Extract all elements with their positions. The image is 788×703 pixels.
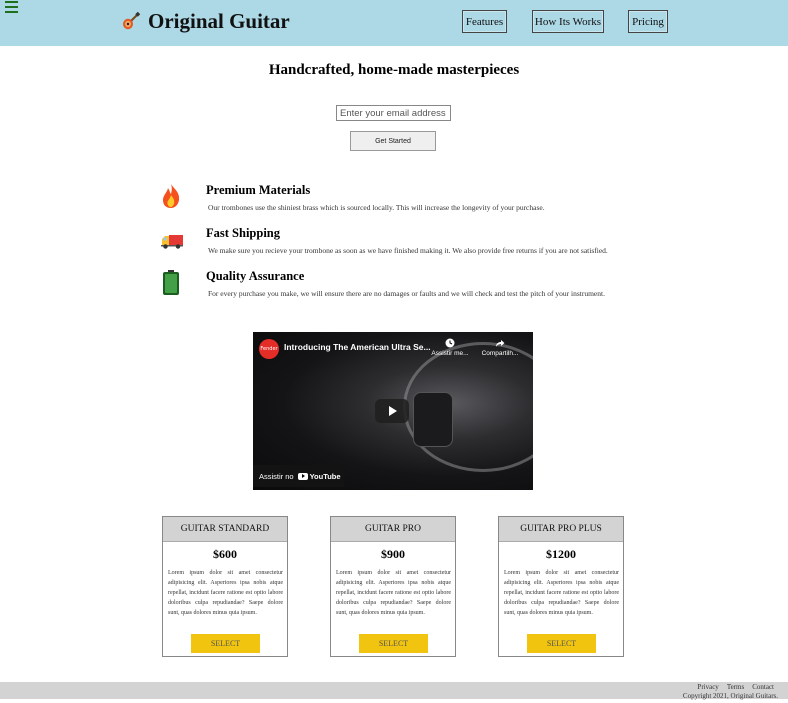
pricing-card-pro-plus: GUITAR PRO PLUS $1200 Lorem ipsum dolor … (498, 516, 624, 657)
feature-title: Premium Materials (206, 183, 311, 197)
pricing-card-description: Lorem ipsum dolor sit amet consectetur a… (504, 570, 619, 616)
fire-icon (163, 184, 180, 208)
footer-links: Privacy Terms Contact (697, 683, 774, 691)
pricing-card-standard: GUITAR STANDARD $600 Lorem ipsum dolor s… (162, 516, 288, 657)
select-pro-plus-button[interactable]: SELECT (527, 634, 596, 653)
pricing-card-title: GUITAR STANDARD (163, 517, 287, 542)
nav-features-button[interactable]: Features (462, 10, 507, 33)
pricing-card-title: GUITAR PRO (331, 517, 455, 542)
clock-icon (445, 338, 455, 348)
select-pro-button[interactable]: SELECT (359, 634, 428, 653)
youtube-play-icon (297, 472, 308, 480)
youtube-video-embed[interactable]: Fender Introducing The American Ultra Se… (253, 332, 533, 490)
feature-title: Quality Assurance (206, 269, 305, 283)
pricing-card-price: $1200 (546, 547, 576, 561)
video-title[interactable]: Introducing The American Ultra Se... (284, 342, 431, 352)
watch-later-label: Assistir me... (431, 350, 469, 357)
pricing-card-price: $900 (381, 547, 405, 561)
watch-on-youtube-button[interactable]: Assistir no YouTube (253, 465, 344, 487)
feature-description: Our trombones use the shiniest brass whi… (208, 203, 545, 212)
copyright-text: Copyright 2021, Original Guitars. (682, 691, 778, 700)
delivery-truck-icon (161, 235, 183, 249)
share-arrow-icon (496, 340, 505, 347)
site-header: Original Guitar Features How Its Works P… (0, 0, 788, 46)
footer-link-contact[interactable]: Contact (752, 683, 774, 691)
nav-how-it-works-button[interactable]: How Its Works (532, 10, 604, 33)
feature-description: For every purchase you make, we will ens… (208, 289, 605, 298)
play-button-icon[interactable] (375, 399, 409, 423)
pricing-card-price: $600 (213, 547, 237, 561)
brand-title[interactable]: Original Guitar (148, 9, 290, 34)
youtube-wordmark: YouTube (309, 471, 341, 481)
nav-pricing-button[interactable]: Pricing (628, 10, 668, 33)
video-thumbnail-neckplate (413, 392, 453, 447)
pricing-card-title: GUITAR PRO PLUS (499, 517, 623, 542)
feature-quality-assurance: Quality Assurance For every purchase you… (160, 269, 680, 305)
feature-title: Fast Shipping (206, 226, 280, 240)
watch-on-label: Assistir no (259, 471, 294, 481)
feature-description: We make sure you recieve your trombone a… (208, 246, 608, 255)
pricing-card-pro: GUITAR PRO $900 Lorem ipsum dolor sit am… (330, 516, 456, 657)
share-label: Compartilh... (481, 350, 519, 357)
hero-title: Handcrafted, home-made masterpieces (268, 62, 520, 78)
share-button[interactable]: Compartilh... (478, 338, 522, 357)
guitar-icon (123, 12, 140, 30)
select-standard-button[interactable]: SELECT (191, 634, 260, 653)
site-footer: Privacy Terms Contact Copyright 2021, Or… (0, 682, 788, 700)
hamburger-menu-icon[interactable] (5, 1, 18, 13)
get-started-button[interactable]: Get Started (350, 131, 436, 151)
pricing-card-description: Lorem ipsum dolor sit amet consectetur a… (168, 570, 283, 616)
battery-icon (163, 270, 179, 295)
footer-link-privacy[interactable]: Privacy (697, 683, 718, 691)
feature-premium-materials: Premium Materials Our trombones use the … (160, 183, 680, 219)
feature-fast-shipping: Fast Shipping We make sure you recieve y… (160, 226, 680, 262)
pricing-card-description: Lorem ipsum dolor sit amet consectetur a… (336, 570, 451, 616)
email-input[interactable] (336, 105, 451, 121)
footer-link-terms[interactable]: Terms (727, 683, 744, 691)
channel-avatar[interactable]: Fender (259, 339, 279, 359)
youtube-logo: YouTube (297, 471, 341, 481)
watch-later-button[interactable]: Assistir me... (428, 338, 472, 357)
